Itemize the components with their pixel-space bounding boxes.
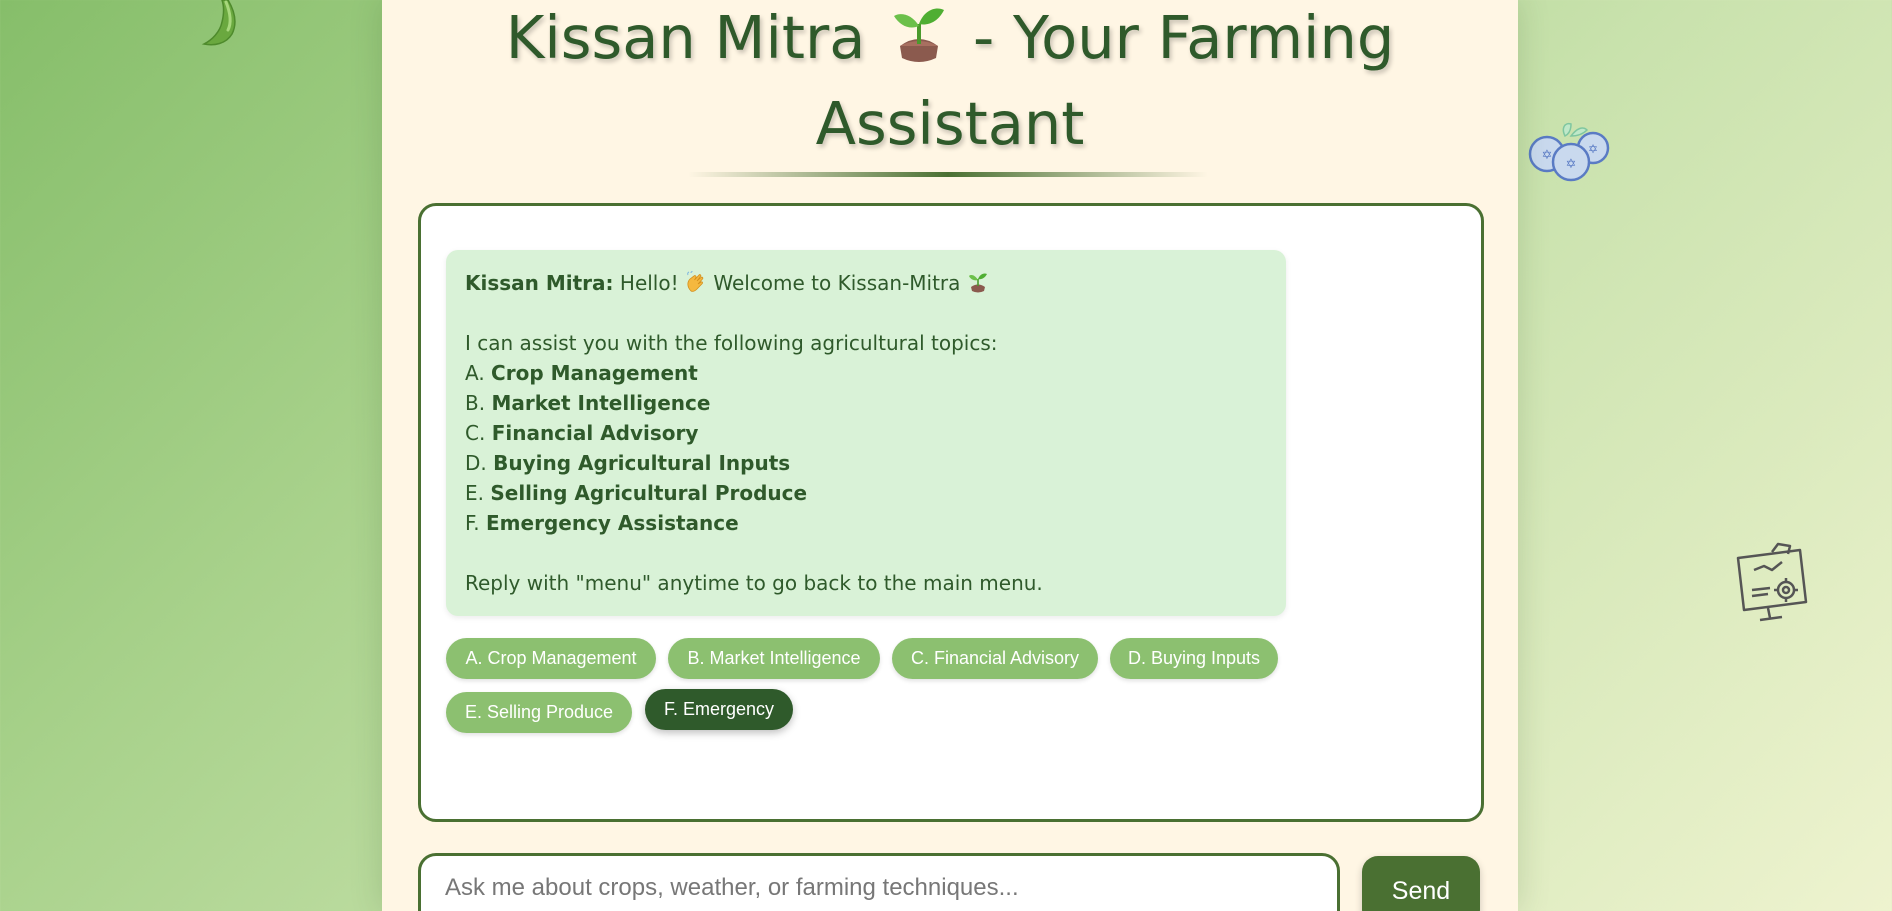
quick-reply-market-intelligence[interactable]: B. Market Intelligence [668, 638, 880, 679]
quick-reply-selling-produce[interactable]: E. Selling Produce [446, 692, 632, 733]
quick-reply-crop-management[interactable]: A. Crop Management [446, 638, 656, 679]
message-input-box[interactable] [418, 853, 1340, 911]
title-line-2: Assistant [815, 89, 1085, 158]
chili-pepper-icon [201, 0, 236, 46]
monitor-dashboard-icon [1736, 542, 1808, 622]
title-brand: Kissan Mitra [505, 3, 866, 72]
welcome-text: Welcome to Kissan-Mitra [713, 271, 961, 295]
menu-option-f: F. Emergency Assistance [465, 511, 739, 535]
blueberries-icon: ✡ ✡ ✡ [1528, 122, 1610, 182]
menu-hint-text: Reply with "menu" anytime to go back to … [465, 571, 1043, 595]
menu-option-e: E. Selling Agricultural Produce [465, 481, 808, 505]
sprout-icon [894, 8, 945, 62]
svg-text:✡: ✡ [1542, 148, 1553, 163]
svg-text:✡: ✡ [1588, 142, 1598, 156]
page-title: Kissan Mitra - Your Farming Assistant [382, 0, 1518, 166]
title-underline [688, 172, 1208, 177]
waving-hand-icon [687, 271, 704, 292]
menu-option-b: B. Market Intelligence [465, 391, 711, 415]
quick-reply-emergency[interactable]: F. Emergency [645, 689, 793, 730]
svg-text:✡: ✡ [1566, 157, 1577, 172]
menu-option-d: D. Buying Agricultural Inputs [465, 451, 791, 475]
send-button[interactable]: Send [1362, 856, 1480, 911]
bot-message: Kissan Mitra: Hello! Welcome to Kissan-M… [446, 250, 1286, 616]
title-line-1: Kissan Mitra - Your Farming [382, 0, 1518, 76]
greeting-line: Kissan Mitra: Hello! Welcome to Kissan-M… [465, 268, 1267, 298]
chat-window[interactable]: Kissan Mitra: Hello! Welcome to Kissan-M… [418, 203, 1484, 822]
title-tagline: - Your Farming [972, 3, 1395, 72]
menu-option-a: A. Crop Management [465, 361, 698, 385]
sprout-icon [968, 273, 987, 293]
menu-option-c: C. Financial Advisory [465, 421, 699, 445]
quick-reply-buying-inputs[interactable]: D. Buying Inputs [1110, 638, 1278, 679]
message-sender: Kissan Mitra: [465, 271, 614, 295]
quick-reply-financial-advisory[interactable]: C. Financial Advisory [892, 638, 1098, 679]
greeting-text: Hello! [619, 271, 679, 295]
intro-text: I can assist you with the following agri… [465, 331, 998, 355]
message-input[interactable] [443, 870, 1307, 906]
chat-app-container: Kissan Mitra - Your Farming Assistant Ki… [382, 0, 1518, 911]
